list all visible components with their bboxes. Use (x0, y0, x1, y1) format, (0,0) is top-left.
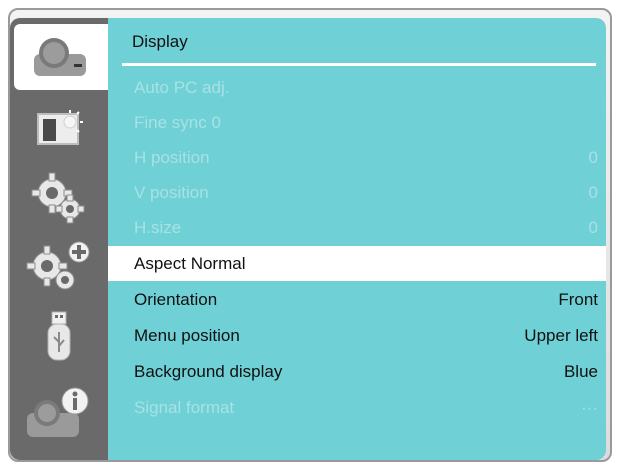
menu-item-menu-position[interactable]: Menu position Upper left (108, 318, 606, 353)
sidebar-item-usb[interactable] (16, 304, 102, 370)
info-icon (27, 387, 89, 437)
picture-adjust-icon (37, 110, 83, 145)
menu-item-label: V position (134, 182, 209, 202)
menu-item-signal-format: Signal format ··· (108, 390, 606, 425)
usb-icon (47, 311, 71, 361)
menu-item-label: Background display (134, 361, 283, 381)
menu-item-orientation[interactable]: Orientation Front (108, 282, 606, 317)
menu-item-h-position: H position 0 (108, 140, 606, 175)
display-icon (34, 38, 86, 76)
sidebar-item-picture[interactable] (16, 94, 102, 160)
menu-item-value: ··· (581, 397, 598, 417)
sidebar-item-display[interactable] (14, 24, 108, 90)
menu-item-label: Aspect Normal (134, 253, 246, 273)
menu-item-h-size: H.size 0 (108, 210, 606, 245)
menu-item-label: Signal format (134, 397, 235, 417)
menu-sidebar (10, 18, 108, 460)
menu-item-value: 0 (588, 147, 598, 167)
menu-item-label: Orientation (134, 289, 218, 309)
menu-item-label: Menu position (134, 325, 240, 345)
menu-item-value: Blue (563, 361, 598, 381)
sidebar-item-info[interactable] (16, 380, 102, 446)
menu-item-label: H position (134, 147, 210, 167)
sidebar-item-advanced[interactable] (16, 234, 102, 300)
menu-item-v-position: V position 0 (108, 175, 606, 210)
settings-gears-icon (31, 172, 85, 224)
menu-item-fine-sync: Fine sync 0 (108, 105, 606, 140)
display-menu-panel: Display Auto PC adj. Fine sync 0 H posit… (108, 18, 606, 460)
title-divider (122, 63, 596, 66)
menu-item-value: 0 (588, 217, 598, 237)
menu-item-background-display[interactable]: Background display Blue (108, 354, 606, 389)
menu-item-label: Auto PC adj. (134, 77, 230, 97)
advanced-settings-icon (26, 241, 90, 290)
sidebar-item-settings[interactable] (16, 164, 102, 230)
menu-item-value: Upper left (524, 325, 598, 345)
menu-item-value: 0 (588, 182, 598, 202)
menu-item-value: Front (558, 289, 598, 309)
menu-item-auto-pc-adj: Auto PC adj. (108, 70, 606, 105)
menu-item-aspect[interactable]: Aspect Normal (108, 246, 606, 281)
menu-title: Display (132, 32, 188, 51)
menu-item-label: Fine sync 0 (134, 112, 221, 132)
menu-item-label: H.size (134, 217, 182, 237)
